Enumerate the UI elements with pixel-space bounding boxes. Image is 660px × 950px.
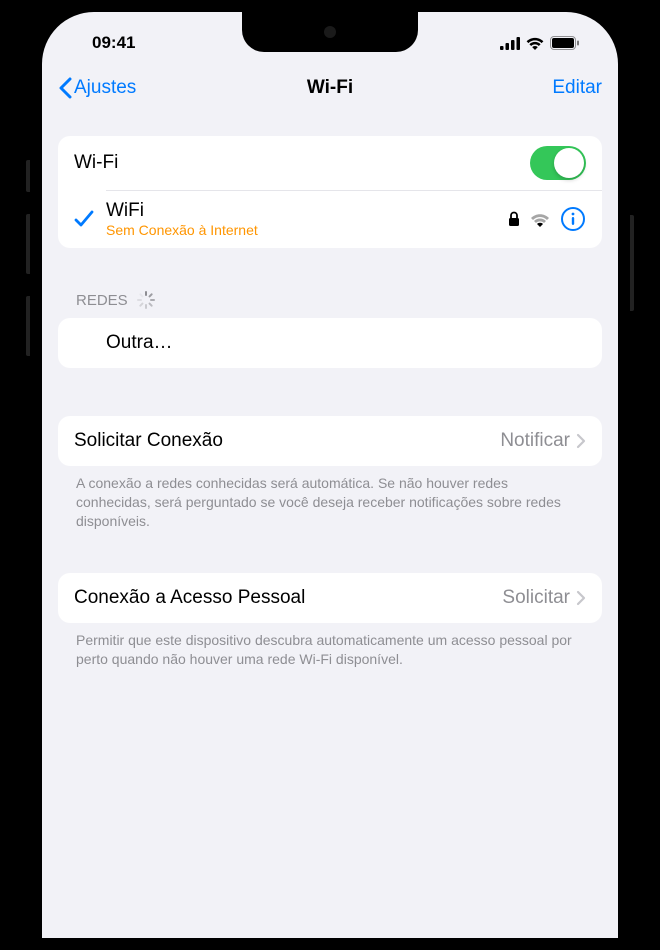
page-title: Wi-Fi bbox=[307, 77, 353, 99]
navigation-bar: Ajustes Wi-Fi Editar bbox=[42, 64, 618, 112]
networks-header-label: REDES bbox=[76, 292, 128, 309]
spinner-icon bbox=[136, 290, 156, 310]
ask-to-join-label: Solicitar Conexão bbox=[74, 430, 500, 452]
network-name: WiFi bbox=[106, 200, 508, 222]
other-network-row[interactable]: Outra… bbox=[58, 318, 602, 368]
wifi-status-icon bbox=[526, 37, 544, 50]
hotspot-value: Solicitar bbox=[502, 587, 570, 609]
connected-network-row[interactable]: WiFi Sem Conexão à Internet bbox=[58, 190, 602, 248]
info-icon[interactable] bbox=[560, 206, 586, 232]
wifi-group: Wi-Fi WiFi Sem Conexão à Internet bbox=[58, 136, 602, 248]
chevron-left-icon bbox=[58, 77, 72, 99]
wifi-signal-icon bbox=[530, 212, 550, 227]
other-network-label: Outra… bbox=[106, 332, 586, 354]
lock-icon bbox=[508, 211, 520, 227]
networks-header: REDES bbox=[58, 290, 602, 310]
ask-to-join-group: Solicitar Conexão Notificar bbox=[58, 416, 602, 466]
status-indicators bbox=[500, 36, 580, 50]
chevron-right-icon bbox=[576, 433, 586, 449]
battery-icon bbox=[550, 36, 580, 50]
wifi-toggle[interactable] bbox=[530, 146, 586, 180]
back-label: Ajustes bbox=[74, 77, 136, 99]
ask-to-join-footer: A conexão a redes conhecidas será automá… bbox=[58, 466, 602, 531]
back-button[interactable]: Ajustes bbox=[58, 77, 136, 99]
ask-to-join-row[interactable]: Solicitar Conexão Notificar bbox=[58, 416, 602, 466]
networks-group: Outra… bbox=[58, 318, 602, 368]
network-status: Sem Conexão à Internet bbox=[106, 222, 508, 238]
cellular-icon bbox=[500, 37, 520, 50]
status-time: 09:41 bbox=[92, 33, 135, 53]
wifi-toggle-label: Wi-Fi bbox=[74, 152, 530, 174]
checkmark-icon bbox=[74, 210, 94, 228]
hotspot-group: Conexão a Acesso Pessoal Solicitar bbox=[58, 573, 602, 623]
chevron-right-icon bbox=[576, 590, 586, 606]
hotspot-label: Conexão a Acesso Pessoal bbox=[74, 587, 502, 609]
hotspot-row[interactable]: Conexão a Acesso Pessoal Solicitar bbox=[58, 573, 602, 623]
ask-to-join-value: Notificar bbox=[500, 430, 570, 452]
edit-button[interactable]: Editar bbox=[552, 77, 602, 99]
hotspot-footer: Permitir que este dispositivo descubra a… bbox=[58, 623, 602, 669]
wifi-toggle-row: Wi-Fi bbox=[58, 136, 602, 190]
